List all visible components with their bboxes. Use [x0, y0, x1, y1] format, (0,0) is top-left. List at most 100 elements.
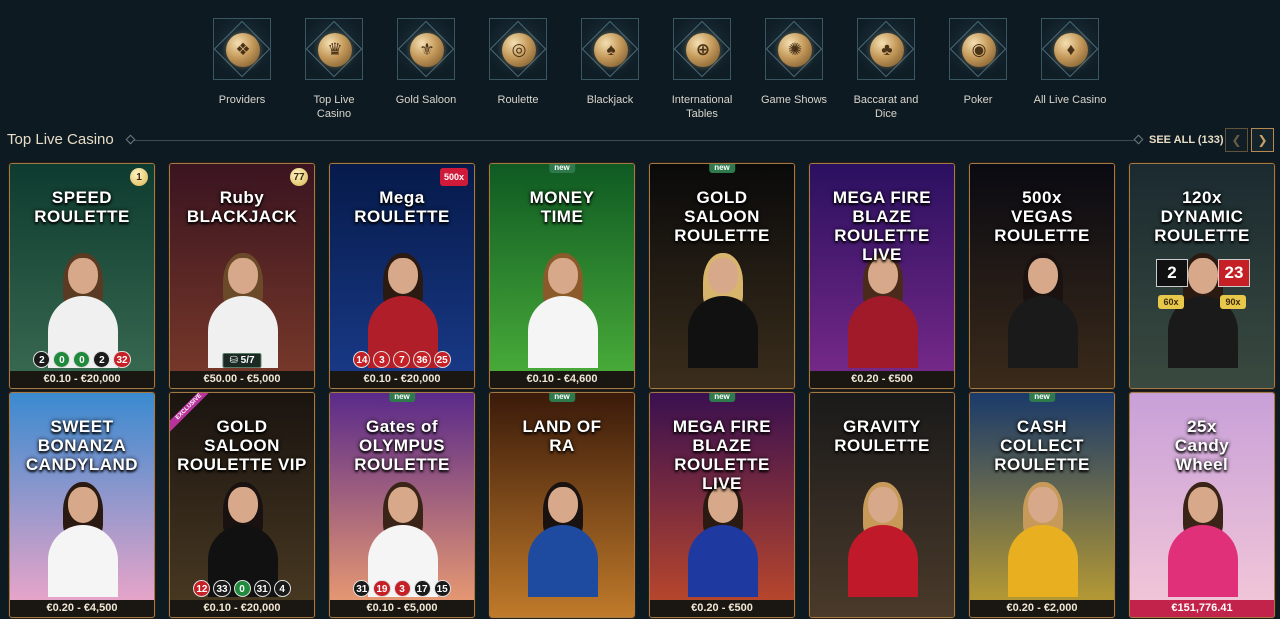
category-label: All Live Casino: [1033, 94, 1107, 106]
multiplier-badge: 500x: [439, 168, 468, 186]
crown-chip-icon: ♛: [318, 33, 352, 67]
section-title: Top Live Casino: [7, 131, 114, 148]
game-card[interactable]: SPEED ROULETTE 1 2 0 0 2 32 €0.10 - €20,000: [9, 163, 155, 389]
all-cards-icon: ♦: [1054, 33, 1088, 67]
chevron-right-icon: ❯: [1257, 133, 1268, 147]
game-title: Gates of OLYMPUS ROULETTE: [354, 417, 450, 474]
game-title: GRAVITY ROULETTE: [834, 417, 930, 455]
result-chip: 15: [433, 580, 451, 597]
result-chip: 36: [413, 351, 431, 368]
game-card[interactable]: MEGA FIRE BLAZE ROULETTE LIVE new €0.20 - …: [649, 392, 795, 618]
game-title: MEGA FIRE BLAZE ROULETTE LIVE: [672, 417, 772, 493]
presenter-image: [1168, 482, 1238, 597]
game-card[interactable]: Mega ROULETTE 500x 14 3 7 36 25 €0.10 - €20,000: [329, 163, 475, 389]
category-globe[interactable]: ⊕ International Tables: [656, 18, 748, 121]
carousel-prev-button[interactable]: ❮: [1225, 128, 1248, 152]
result-chip: 25: [433, 351, 451, 368]
result-chip: 3: [373, 351, 391, 368]
globe-icon: ⊕: [686, 33, 720, 67]
prize-wheel-icon: ✺: [778, 33, 812, 67]
result-chip: 0: [73, 351, 91, 368]
category-label: Poker: [963, 94, 993, 106]
presenter-image: [688, 253, 758, 368]
poker-chips-icon: ◉: [962, 33, 996, 67]
see-all-link[interactable]: SEE ALL (133): [1149, 134, 1224, 146]
game-card[interactable]: SWEET BONANZA CANDYLAND €0.20 - €4,500: [9, 392, 155, 618]
presenter-image: [528, 253, 598, 368]
category-cards-dice[interactable]: ♣ Baccarat and Dice: [840, 18, 932, 121]
game-card[interactable]: LAND OF RA new: [489, 392, 635, 618]
category-fleur-de-lis[interactable]: ⚜ Gold Saloon: [380, 18, 472, 121]
game-title: 120x DYNAMIC ROULETTE: [1154, 188, 1250, 245]
result-chip: 2: [93, 351, 111, 368]
bet-limits: €50.00 - €5,000: [170, 371, 314, 388]
cards-icon: ♠: [594, 33, 628, 67]
result-chip: 3: [393, 580, 411, 597]
category-label: Top Live Casino: [313, 94, 355, 120]
new-badge: new: [389, 393, 415, 402]
result-chip: 31: [353, 580, 371, 597]
game-card[interactable]: Ruby BLACKJACK 77 ⛁ 5/7 €50.00 - €5,000: [169, 163, 315, 389]
game-title: CASH COLLECT ROULETTE: [994, 417, 1090, 474]
presenter-image: [848, 482, 918, 597]
result-chip: 2: [33, 351, 51, 368]
recent-results: 14 3 7 36 25: [330, 351, 474, 368]
category-tile: ⚜: [397, 18, 455, 80]
result-chip: 0: [233, 580, 251, 597]
category-poker-chips[interactable]: ◉ Poker: [932, 18, 1024, 121]
game-title: 500x VEGAS ROULETTE: [994, 188, 1090, 245]
game-title: MEGA FIRE BLAZE ROULETTE LIVE: [832, 188, 932, 264]
bet-limits: €0.10 - €20,000: [10, 371, 154, 388]
category-prize-wheel[interactable]: ✺ Game Shows: [748, 18, 840, 121]
divider-ornament-left: [125, 134, 136, 145]
presenter-image: [688, 482, 758, 597]
category-roulette-wheel[interactable]: ◎ Roulette: [472, 18, 564, 121]
category-book[interactable]: ❖ Providers: [196, 18, 288, 121]
game-title: GOLD SALOON ROULETTE: [674, 188, 770, 245]
bet-limits: €0.20 - €500: [650, 600, 794, 617]
game-card[interactable]: GOLD SALOON ROULETTE VIP EXCLUSIVE 12 33 0 31…: [169, 392, 315, 618]
bet-limits: €0.10 - €20,000: [170, 600, 314, 617]
category-cards[interactable]: ♠ Blackjack: [564, 18, 656, 121]
carousel-next-button[interactable]: ❯: [1251, 128, 1274, 152]
game-card[interactable]: MONEY TIME new €0.10 - €4,600: [489, 163, 635, 389]
category-tile: ❖: [213, 18, 271, 80]
game-card[interactable]: 500x VEGAS ROULETTE: [969, 163, 1115, 389]
category-tile: ✺: [765, 18, 823, 80]
category-label: Blackjack: [586, 94, 634, 106]
bet-limits: €0.20 - €2,000: [970, 600, 1114, 617]
category-label: Baccarat and Dice: [853, 94, 919, 120]
cards-dice-icon: ♣: [870, 33, 904, 67]
category-tile: ♣: [857, 18, 915, 80]
game-card[interactable]: MEGA FIRE BLAZE ROULETTE LIVE €0.20 - €50…: [809, 163, 955, 389]
new-badge: new: [709, 164, 735, 173]
presenter-image: [208, 253, 278, 368]
result-chip: 33: [213, 580, 231, 597]
category-label: Roulette: [497, 94, 539, 106]
category-all-cards[interactable]: ♦ All Live Casino: [1024, 18, 1116, 121]
category-tile: ♠: [581, 18, 639, 80]
game-card[interactable]: CASH COLLECT ROULETTE new €0.20 - €2,000: [969, 392, 1115, 618]
bet-limits: €0.10 - €20,000: [330, 371, 474, 388]
presenter-image: [528, 482, 598, 597]
chevron-left-icon: ❮: [1231, 133, 1242, 147]
category-label: International Tables: [671, 94, 733, 120]
game-card[interactable]: 25x Candy Wheel €151,776.41: [1129, 392, 1275, 618]
table-number-badge: 1: [130, 168, 148, 186]
presenter-image: [1008, 253, 1078, 368]
table-number-badge: 77: [290, 168, 308, 186]
result-chip: 0: [53, 351, 71, 368]
game-card[interactable]: 120x DYNAMIC ROULETTE 2 23 60x 90x: [1129, 163, 1275, 389]
seats-indicator: ⛁ 5/7: [222, 353, 262, 368]
game-card[interactable]: GOLD SALOON ROULETTE new: [649, 163, 795, 389]
bet-limits: €0.20 - €4,500: [10, 600, 154, 617]
category-strip: ❖ Providers ♛ Top Live Casino ⚜ Gold Saloon ◎ R…: [196, 18, 1116, 121]
game-card[interactable]: Gates of OLYMPUS ROULETTE new 31 19 3 17 15 €0.…: [329, 392, 475, 618]
category-crown-chip[interactable]: ♛ Top Live Casino: [288, 18, 380, 121]
game-card[interactable]: GRAVITY ROULETTE: [809, 392, 955, 618]
dynamic-left-number: 2: [1156, 259, 1188, 287]
new-badge: new: [709, 393, 735, 402]
category-tile: ♦: [1041, 18, 1099, 80]
category-label: Gold Saloon: [395, 94, 457, 106]
category-label: Game Shows: [760, 94, 828, 106]
